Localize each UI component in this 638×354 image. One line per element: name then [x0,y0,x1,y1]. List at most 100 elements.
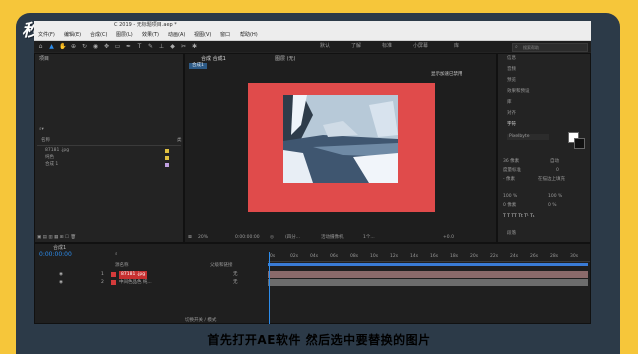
ruler-tick: 14s [410,254,419,259]
camera-tool-icon[interactable]: ◉ [92,43,99,50]
menu-file[interactable]: 文件(F) [38,30,55,40]
leading-value[interactable]: 自动 [550,159,559,165]
character-section[interactable]: 字符 [507,122,516,128]
stroke-color-swatch[interactable] [574,138,585,149]
window-title: C 2019 - 无标题项目.aep * [114,22,177,28]
project-item-label [165,156,169,160]
layer-parent[interactable]: 无 [233,279,238,287]
preview-section[interactable]: 预览 [507,78,516,84]
project-divider [37,145,181,146]
font-size-value[interactable]: 36 像素 [503,159,519,165]
rotate-tool-icon[interactable]: ↻ [81,43,88,50]
project-tab[interactable]: 项目 [39,55,49,63]
baseline-shift-value[interactable]: 0 像素 [503,203,516,209]
roto-tool-icon[interactable]: ✂ [180,43,187,50]
align-section[interactable]: 对齐 [507,111,516,117]
home-icon[interactable]: ⌂ [37,43,44,50]
type-tool-icon[interactable]: T [136,43,143,50]
project-item-solid[interactable]: 纯色 [45,155,54,161]
project-item-comp[interactable]: 合成 1 [45,162,58,168]
menu-help[interactable]: 帮助(H) [240,30,258,40]
snapshot-icon[interactable]: ◎ [270,235,274,241]
timeline-timecode[interactable]: 0:00:00:00 [39,252,72,258]
audio-section[interactable]: 音频 [507,67,516,73]
menu-layer[interactable]: 图层(L) [116,30,133,40]
ruler-tick: 04s [310,254,319,259]
menu-window[interactable]: 窗口 [220,30,230,40]
layer-parent[interactable]: 无 [233,271,238,279]
viewer-magnify-icon[interactable]: ⊠ [188,235,192,241]
tracking-value[interactable]: 0 [556,168,559,174]
workspace-standard[interactable]: 标准 [382,41,392,52]
visibility-icon[interactable]: ◉ [59,279,63,287]
col-source-name[interactable]: 源名称 [115,263,129,269]
layer-name[interactable]: 中间色品色 纯... [119,279,152,287]
eraser-tool-icon[interactable]: ◆ [169,43,176,50]
brush-tool-icon[interactable]: ✎ [147,43,154,50]
layer-name[interactable]: 87181 .jpg [119,271,148,279]
resolution-select[interactable]: (四分... [285,235,300,241]
project-col-type[interactable]: 类 [177,138,182,144]
pen-tool-icon[interactable]: ✒ [125,43,132,50]
menu-composition[interactable]: 合成(C) [90,30,107,40]
work-area-bar[interactable] [268,263,588,266]
hand-tool-icon[interactable]: ✋ [59,43,66,50]
viewer-timecode[interactable]: 0:00:00:00 [235,235,260,241]
time-ruler[interactable]: 0s 02s 04s 06s 08s 10s 12s 14s 16s 18s 2… [268,252,590,262]
camera-select[interactable]: 活动摄像机 [321,235,344,241]
zoom-tool-icon[interactable]: ⊕ [70,43,77,50]
menu-edit[interactable]: 编辑(E) [64,30,81,40]
paragraph-section[interactable]: 段落 [507,231,516,237]
selection-tool-icon[interactable]: ▲ [48,43,55,50]
snow-lake-image[interactable] [283,95,398,183]
library-section[interactable]: 库 [507,100,512,106]
help-search-field[interactable]: ⌕ 搜索帮助 [512,43,588,52]
ruler-tick: 02s [290,254,299,259]
stamp-tool-icon[interactable]: ⊥ [158,43,165,50]
visibility-icon[interactable]: ◉ [59,271,63,279]
project-col-name[interactable]: 名称 [41,138,50,144]
workspace-library[interactable]: 库 [454,41,459,52]
timeline-search-icon[interactable]: ⌕ [115,252,118,258]
menu-view[interactable]: 视图(V) [194,30,211,40]
menu-effect[interactable]: 效果(T) [142,30,159,40]
effects-presets-section[interactable]: 效果和预设 [507,89,530,95]
layer-2-duration-bar[interactable] [268,279,588,286]
zoom-select[interactable]: 20% [198,235,208,241]
playhead[interactable] [269,252,270,324]
help-search-placeholder: 搜索帮助 [523,45,539,50]
tsume-value[interactable]: 0 % [548,203,557,209]
stroke-width-value[interactable]: - 像素 [503,177,515,183]
horizontal-scale-value[interactable]: 100 % [548,194,562,200]
puppet-tool-icon[interactable]: ✱ [191,43,198,50]
vertical-scale-value[interactable]: 100 % [503,194,517,200]
layer-row-1[interactable]: ◉ 1 87181 .jpg 无 [55,271,265,279]
text-style-buttons[interactable]: T T TT Tt T¹ T₁ [503,214,535,220]
workspace-learn[interactable]: 了解 [351,41,361,52]
project-item-image[interactable]: 87181 .jpg [45,148,69,154]
workspace-small-screen[interactable]: 小屏幕 [413,41,428,52]
rectangle-tool-icon[interactable]: ▭ [114,43,121,50]
search-icon: ⌕ [515,44,518,50]
toggle-switches-modes[interactable]: 切换开关 / 模式 [185,318,216,324]
exposure-value[interactable]: +0.0 [443,235,454,241]
kerning-value[interactable]: 度量标准 [503,168,521,174]
layer-row-2[interactable]: ◉ 2 中间色品色 纯... 无 [55,279,265,287]
col-parent[interactable]: 父级和链接 [210,263,233,269]
title-bar: C 2019 - 无标题项目.aep * [34,21,591,30]
layer-tab[interactable]: 图层 (无) [275,55,296,63]
menu-animation[interactable]: 动画(A) [168,30,185,40]
anchor-tool-icon[interactable]: ✥ [103,43,110,50]
views-select[interactable]: 1个... [363,235,375,241]
composition-subtab[interactable]: 合成1 [189,63,207,69]
font-family-select[interactable]: Pixelbyte [507,134,550,140]
layer-1-duration-bar[interactable] [268,271,588,278]
stroke-mode-select[interactable]: 在描边上填充 [538,177,565,183]
workspace-default[interactable]: 默认 [320,41,330,52]
composition-tab[interactable]: 合成 合成1 [201,55,226,63]
project-footer-icons[interactable]: ▣ ▤ ▥ ▦ ⊞ ☐ 🗑 [37,235,76,241]
ruler-tick: 24s [510,254,519,259]
ruler-tick: 06s [330,254,339,259]
info-section[interactable]: 信息 [507,56,516,62]
project-search-icon[interactable]: ⌕▾ [39,127,44,133]
